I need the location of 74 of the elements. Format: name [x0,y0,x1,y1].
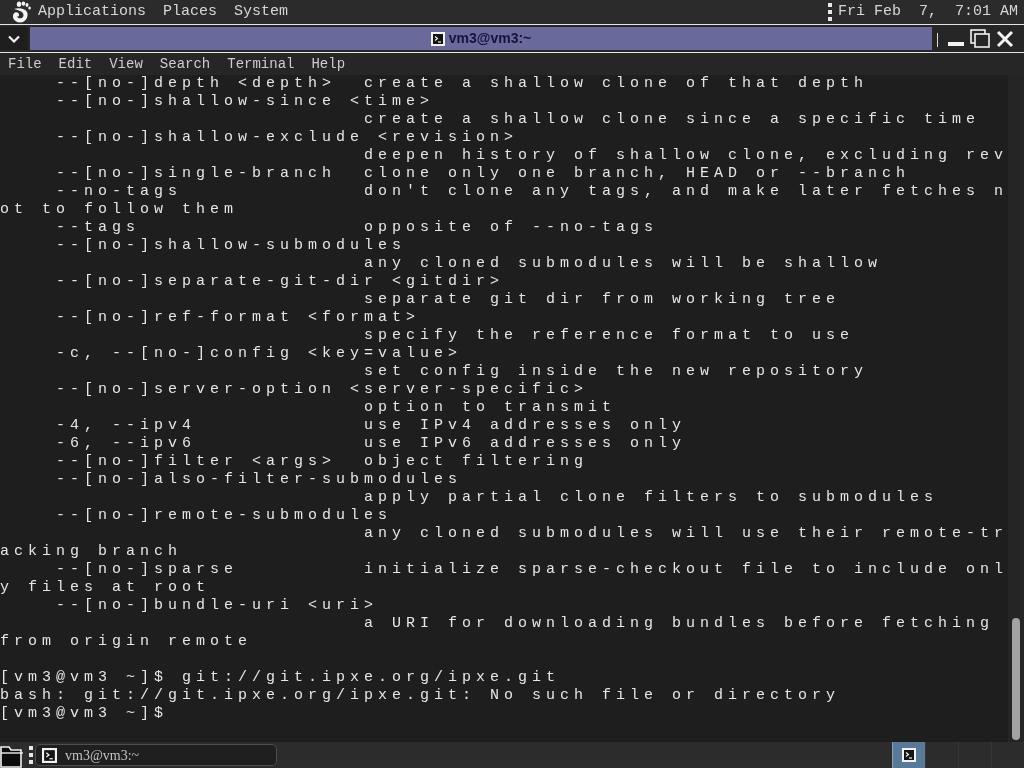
option-text: --[no-]remote-submodules [56,507,393,525]
drag-handle-icon[interactable] [29,746,33,764]
taskbar-button[interactable]: vm3@vm3:~ [35,744,277,766]
option-text: --[no-]shallow-submodules [56,237,407,255]
terminal-text: bash: git://git.ipxe.org/ipxe.git: No such file or directory [0,687,841,705]
panel-menu[interactable]: System [230,0,293,24]
description-text: deepen history of shallow clone, excluding rev [364,147,1009,165]
option-text: --[no-]shallow-since <time> [56,93,435,111]
panel-menu[interactable]: Applications [34,0,151,24]
description-text: specify the reference format to use [364,327,855,345]
description-text: clone only one branch, HEAD or --branch [364,165,911,183]
drag-handle-icon[interactable] [827,3,832,21]
shell-prompt: [vm3@vm3 ~]$ [0,669,169,687]
window-title: vm3@vm3:~ [448,29,532,48]
command-text: git://git.ipxe.org/ipxe.git [182,669,561,687]
description-text: option to transmit [364,399,617,417]
terminal-text: acking branch [0,543,183,561]
option-text: --[no-]server-option <server-specific> [56,381,589,399]
option-text: --[no-]separate-git-dir <gitdir> [56,273,505,291]
foot-icon[interactable] [10,1,32,23]
menu-item[interactable]: Terminal [223,54,299,74]
option-text: --[no-]sparse [56,561,239,579]
menu-item[interactable]: File [4,54,46,74]
description-text: create a shallow clone since a specific time [364,111,981,129]
terminal-text: from origin remote [0,633,253,651]
option-text: -6, --ipv6 [56,435,196,453]
close-icon [996,29,1014,48]
window-thumbnail-icon [902,748,916,762]
description-text: any cloned submodules will use their remote-tr [364,525,1009,543]
scrollbar-track[interactable] [1008,75,1024,742]
option-text: --no-tags [56,183,182,201]
menu-item[interactable]: Search [155,54,215,74]
menu-item[interactable]: Help [307,54,350,74]
option-text: --[no-]single-branch [56,165,337,183]
menu-item[interactable]: Edit [54,54,97,74]
minimize-icon [948,41,964,46]
description-text: create a shallow clone of that depth [364,75,869,93]
terminal-icon [42,747,57,763]
shell-prompt: [vm3@vm3 ~]$ [0,705,169,723]
scrollbar-thumb[interactable] [1012,618,1020,740]
option-text: --[no-]shallow-exclude <revision> [56,129,519,147]
option-text: --[no-]ref-format <format> [56,309,421,327]
panel-menu[interactable]: Places [159,0,222,24]
window-menu-button[interactable] [0,27,28,50]
terminal-text: y files at root [0,579,211,597]
maximize-button[interactable] [970,29,990,48]
folder-icon [0,744,24,768]
description-text: don't clone any tags, and make later fetches n [364,183,1009,201]
workspace-cell[interactable] [892,742,925,768]
option-text: -4, --ipv4 [56,417,196,435]
description-text: object filtering [364,453,589,471]
option-text: --[no-]depth <depth> [56,75,337,93]
description-text: use IPv6 addresses only [364,435,687,453]
description-text: any cloned submodules will be shallow [364,255,883,273]
terminal-text: ot to follow them [0,201,239,219]
description-text: apply partial clone filters to submodules [364,489,939,507]
description-text: opposite of --no-tags [364,219,659,237]
description-text: use IPv4 addresses only [364,417,687,435]
chevron-down-icon [8,34,20,43]
option-text: --[no-]filter <args> [56,453,337,471]
option-text: --[no-]bundle-uri <uri> [56,597,379,615]
menu-item[interactable]: View [105,54,147,74]
maximize-icon [970,29,990,48]
description-text: a URI for downloading bundles before fetching [364,615,995,633]
option-text: -c, --[no-]config <key=value> [56,345,463,363]
show-desktop-button[interactable] [0,744,24,768]
option-text: --tags [56,219,140,237]
terminal-icon [430,31,445,46]
clock[interactable]: Fri Feb 7, 7:01 AM [831,2,1022,22]
option-text: --[no-]also-filter-submodules [56,471,463,489]
description-text: initialize sparse-checkout file to include onl [364,561,1009,579]
close-button[interactable] [996,29,1014,48]
description-text: separate git dir from working tree [364,291,841,309]
description-text: set config inside the new repository [364,363,869,381]
